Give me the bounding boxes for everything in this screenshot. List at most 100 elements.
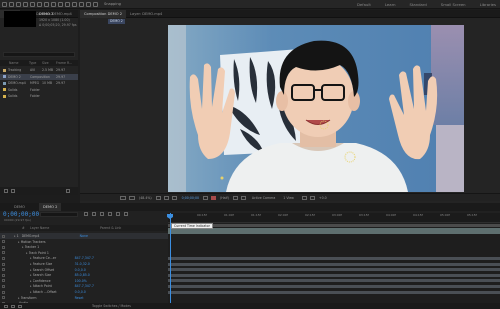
expand-twirl-icon[interactable]: ▸	[30, 284, 32, 288]
layer-name[interactable]: Confidence	[33, 279, 75, 283]
property-value[interactable]: 0.0,0.0	[75, 268, 86, 272]
mask-tool-icon[interactable]	[51, 1, 56, 7]
exposure-value[interactable]: +0.0	[319, 196, 327, 200]
expand-twirl-icon[interactable]: ▸	[14, 234, 16, 238]
puppet-tool-icon[interactable]	[93, 1, 98, 7]
layer-name[interactable]: Track Point 1	[29, 251, 75, 255]
column-parent[interactable]: Parent & Link	[100, 226, 121, 230]
home-tool-icon[interactable]	[2, 1, 7, 7]
timeline-timecode[interactable]: 0;00;00;00	[3, 211, 39, 218]
keyframe-track[interactable]	[168, 256, 500, 260]
region-icon[interactable]	[232, 195, 238, 200]
type-tool-icon[interactable]	[65, 1, 70, 7]
snapshot-icon[interactable]	[163, 195, 169, 200]
transfer-controls-icon[interactable]	[11, 304, 15, 308]
layer-name[interactable]: Search Size	[33, 273, 75, 277]
snapping-label[interactable]: Snapping	[104, 2, 121, 6]
visibility-eye-icon[interactable]	[2, 284, 5, 288]
work-area-bar[interactable]	[168, 224, 500, 227]
visibility-eye-icon[interactable]	[2, 268, 5, 272]
property-value[interactable]: 847.7,347.7	[75, 256, 94, 260]
project-search-input[interactable]	[3, 52, 75, 57]
brush-tool-icon[interactable]	[72, 1, 77, 7]
visibility-eye-icon[interactable]	[2, 273, 5, 277]
comp-mini-flowchart-icon[interactable]	[84, 212, 88, 216]
viewer-comp-tab[interactable]: DEMO 2	[108, 19, 125, 24]
tab-composition[interactable]: Composition DEMO 2	[80, 9, 126, 18]
tab-timeline-demo[interactable]: DEMO	[10, 203, 29, 211]
flowchart-icon[interactable]	[309, 195, 315, 200]
visibility-eye-icon[interactable]	[2, 256, 5, 260]
keyframe-track[interactable]	[168, 273, 500, 277]
hand-tool-icon[interactable]	[16, 1, 21, 7]
channel-icon[interactable]	[171, 195, 177, 200]
visibility-eye-icon[interactable]	[2, 245, 5, 249]
expand-twirl-icon[interactable]: ▸	[26, 251, 28, 255]
eraser-tool-icon[interactable]	[86, 1, 91, 7]
property-value[interactable]: 847.7,347.7	[75, 284, 94, 288]
video-frame[interactable]	[168, 25, 464, 192]
keyframe-track[interactable]	[168, 262, 500, 266]
time-ruler[interactable]: 0f00:15f01:00f01:15f02:00f02:15f03:00f03…	[168, 213, 500, 223]
layer-name[interactable]: Search Offset	[33, 268, 75, 272]
viewer-timecode[interactable]: 0;00;00;00	[182, 196, 199, 200]
expand-twirl-icon[interactable]: ▸	[30, 273, 32, 277]
visibility-eye-icon[interactable]	[2, 234, 5, 238]
layer-name[interactable]: Transform	[21, 296, 75, 300]
expand-twirl-icon[interactable]: ▸	[30, 279, 32, 283]
expand-twirl-icon[interactable]: ▸	[22, 245, 24, 249]
transparency-grid-icon[interactable]	[155, 195, 161, 200]
keyframe-track[interactable]	[168, 284, 500, 288]
time-stretch-icon[interactable]	[18, 304, 22, 308]
property-value[interactable]: Reset	[75, 296, 84, 300]
layer-name[interactable]: Tracker 1	[25, 245, 75, 249]
column-layer-name[interactable]: Layer Name	[30, 226, 100, 230]
visibility-eye-icon[interactable]	[2, 251, 5, 255]
draft-3d-icon[interactable]	[92, 212, 96, 216]
color-swatch-icon[interactable]	[211, 195, 217, 200]
camera-icon[interactable]	[203, 195, 209, 200]
column-frame-rate[interactable]: Frame R...	[56, 61, 72, 65]
visibility-eye-icon[interactable]	[2, 290, 5, 294]
layer-name[interactable]: Feature Ce...er	[33, 256, 75, 260]
new-folder-icon[interactable]	[4, 189, 8, 193]
resolution-dropdown[interactable]: (Half)	[220, 196, 229, 200]
layer-name[interactable]: Attach ...Offset	[33, 290, 75, 294]
frame-blending-icon[interactable]	[108, 212, 112, 216]
keyframe-track[interactable]	[168, 268, 500, 272]
selection-tool-icon[interactable]	[9, 1, 14, 7]
workspace-standard[interactable]: Standard	[410, 2, 427, 7]
keyframe-track[interactable]	[168, 290, 500, 294]
camera-dropdown[interactable]: Active Camera	[252, 196, 275, 200]
zoom-tool-icon[interactable]	[23, 1, 28, 7]
visibility-eye-icon[interactable]	[2, 296, 5, 300]
motion-blur-icon[interactable]	[116, 212, 120, 216]
mask-toggle-icon[interactable]	[129, 195, 135, 200]
column-type[interactable]: Type	[29, 61, 42, 65]
timeline-tracks[interactable]	[168, 223, 500, 309]
visibility-eye-icon[interactable]	[2, 262, 5, 266]
property-value[interactable]: 31.0,32.0	[75, 262, 90, 266]
layer-name[interactable]: Feature Size	[33, 262, 75, 266]
layer-switches-icon[interactable]	[4, 304, 8, 308]
visibility-eye-icon[interactable]	[2, 279, 5, 283]
property-value[interactable]: 85.0,85.0	[75, 273, 90, 277]
workspace-default[interactable]: Default	[357, 2, 371, 7]
stamp-tool-icon[interactable]	[79, 1, 84, 7]
expand-twirl-icon[interactable]: ▸	[30, 290, 32, 294]
workspace-learn[interactable]: Learn	[385, 2, 396, 7]
timeline-search-input[interactable]	[40, 212, 78, 217]
rotate-tool-icon[interactable]	[30, 1, 35, 7]
column-size[interactable]: Size	[42, 61, 56, 65]
toggle-switches-label[interactable]: Toggle Switches / Modes	[92, 304, 131, 308]
project-item[interactable]: Solids Folder	[0, 93, 78, 100]
workspace-libraries[interactable]: Libraries	[480, 2, 496, 7]
layer-name[interactable]: Attach Point	[33, 284, 75, 288]
tab-timeline-demo2[interactable]: DEMO 2	[38, 203, 62, 211]
pan-tool-icon[interactable]	[44, 1, 49, 7]
visibility-eye-icon[interactable]	[2, 240, 5, 244]
expand-twirl-icon[interactable]: ▸	[30, 262, 32, 266]
trash-icon[interactable]	[66, 189, 70, 193]
tab-layer[interactable]: Layer: DEMO.mp4	[126, 10, 166, 18]
layout-icon[interactable]	[301, 195, 307, 200]
